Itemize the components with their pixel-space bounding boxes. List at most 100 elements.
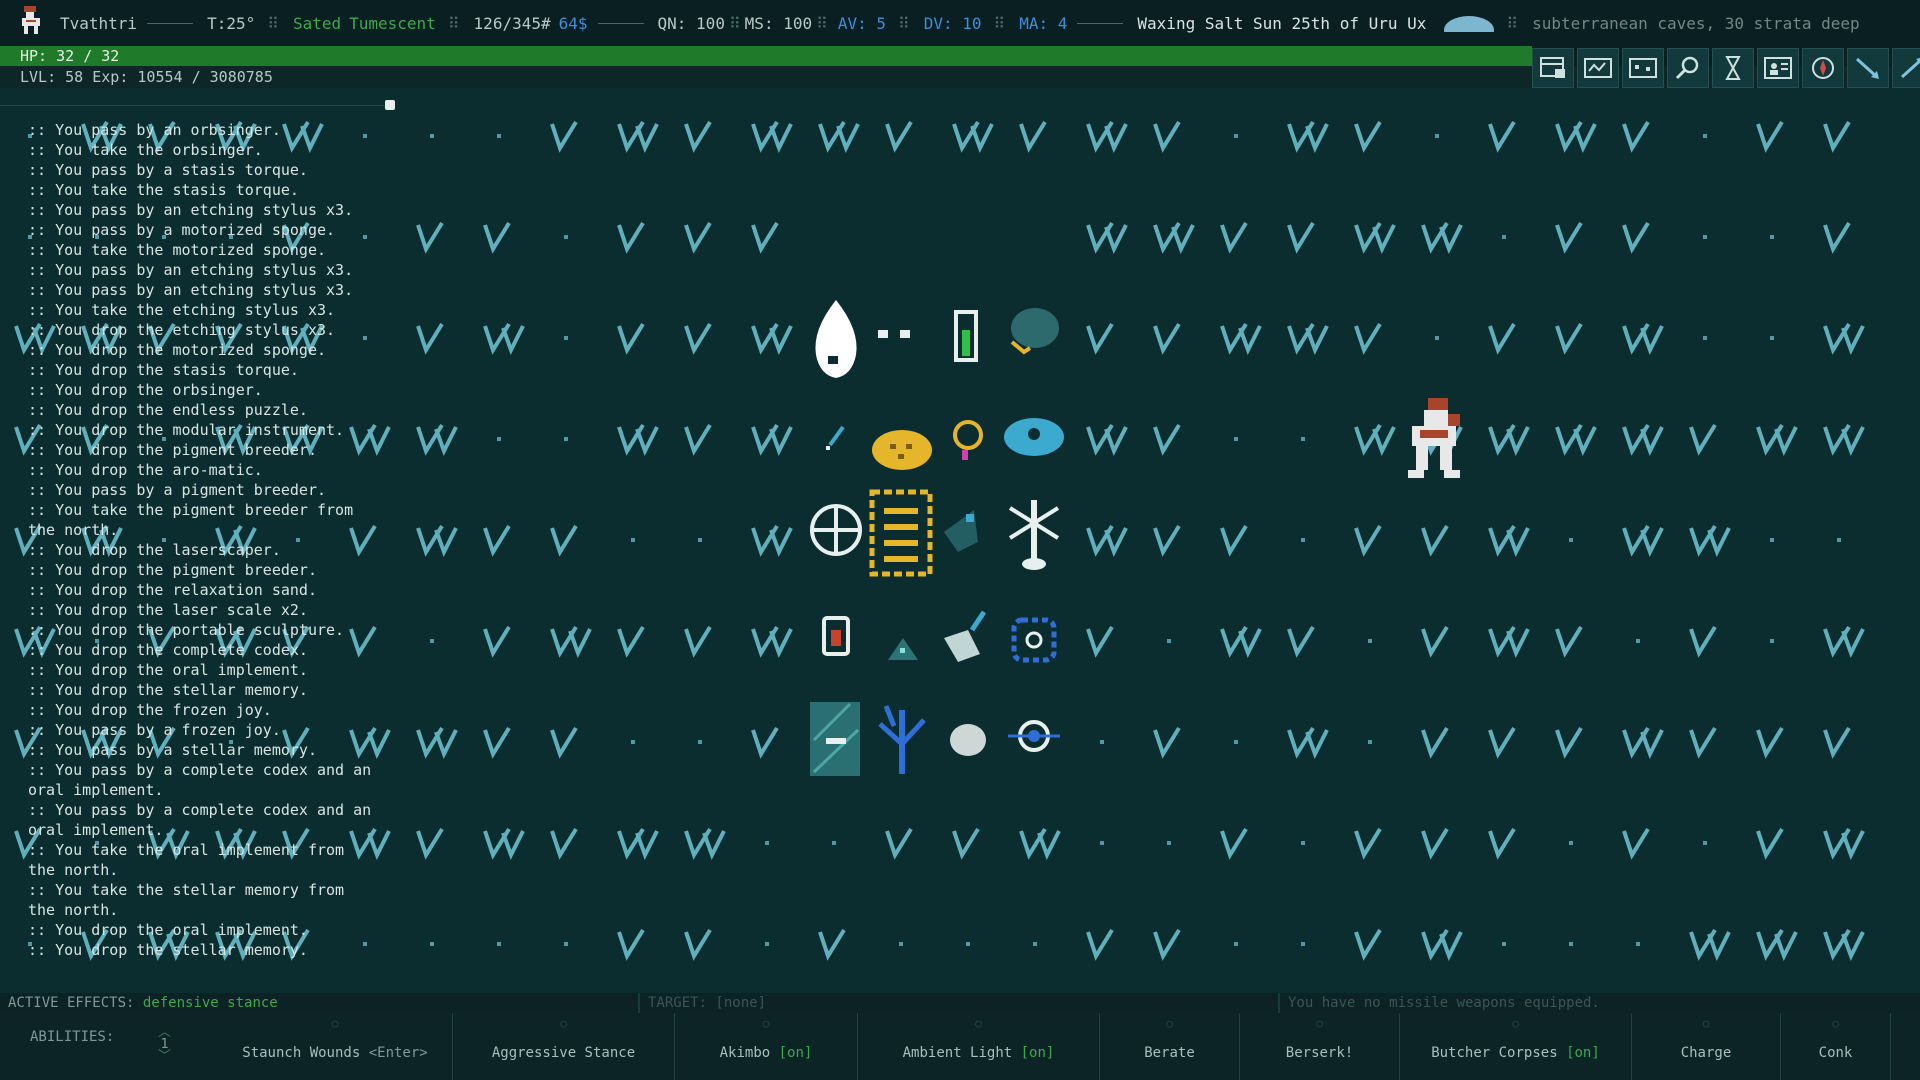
log-message: :: You drop the stasis torque. [28,361,299,379]
white-egg-item[interactable] [815,300,857,378]
zoom-in-icon [1855,57,1879,79]
hunger-status: Sated [292,13,342,33]
gold-puzzle-item[interactable] [872,430,932,470]
stellar-memory-item[interactable] [1008,720,1060,752]
log-message: :: You drop the oral implement. [28,661,308,679]
battery-item[interactable] [954,310,978,362]
ability-button[interactable]: ○ Conk [1781,1013,1891,1080]
log-message: :: You drop the complete codex. [28,641,308,659]
log-message: :: You pass by a complete codex and an o… [28,801,372,839]
ability-button[interactable]: ○ Akimbo [on] [675,1013,858,1080]
log-message: :: You take the orbsinger. [28,141,263,159]
ability-label: Akimbo [on] [719,1045,813,1061]
log-message: :: You drop the endless puzzle. [28,401,308,419]
minimap-button[interactable] [1622,48,1664,88]
log-message: :: You drop the oral implement. [28,921,308,939]
log-message: :: You drop the etching stylus x3. [28,321,336,339]
ability-button[interactable]: ○ Staunch Wounds <Enter> [218,1013,453,1080]
log-scroll-handle[interactable] [385,100,395,110]
active-effects-label: ACTIVE EFFECTS: [8,995,135,1011]
oral-implement-item[interactable] [950,724,986,756]
motorized-sponge-item[interactable] [1010,308,1059,355]
target-readout: TARGET: [none] [640,993,1280,1013]
ability-label: Berserk! [1285,1045,1354,1061]
journal-button[interactable] [1532,48,1574,88]
orbsinger-item[interactable] [953,420,983,460]
ability-label: Butcher Corpses [on] [1431,1045,1600,1061]
active-effects-value: defensive stance [142,995,278,1011]
divider: ⠿ [1506,13,1519,33]
blue-disc-item[interactable] [1004,418,1064,456]
ability-hotkey-icon: ○ [1702,1017,1710,1030]
log-message: :: You take the motorized sponge. [28,241,327,259]
log-message: :: You pass by an etching stylus x3. [28,201,354,219]
relaxation-sand-item[interactable] [822,616,850,656]
frozen-joy-item[interactable] [810,702,860,776]
abilities-bar: ABILITIES: ︿ 1 ﹀ ○ Staunch Wounds <Enter>… [0,1013,1920,1080]
zoom-in-button[interactable] [1847,48,1889,88]
laserscaper-item[interactable] [944,510,978,552]
log-message: :: You drop the stellar memory. [28,681,308,699]
message-log[interactable]: :: You pass by an orbsinger.:: You take … [28,120,408,960]
dodge-value: DV: 10 [923,13,982,33]
effects-bar: ACTIVE EFFECTS: defensive stance TARGET:… [0,993,1920,1013]
log-message: :: You drop the laser scale x2. [28,601,308,619]
log-message: :: You drop the pigment breeder. [28,561,317,579]
calendar-date: Waxing Salt Sun 25th of Uru Ux [1137,13,1427,33]
player-character[interactable] [1404,398,1464,482]
map-button[interactable] [1577,48,1619,88]
ability-hotkey-icon: ○ [1512,1017,1519,1030]
log-message: :: You drop the motorized sponge. [28,341,327,359]
log-message: :: You drop the relaxation sand. [28,581,317,599]
modular-instrument-item[interactable] [1008,500,1060,570]
etching-stylus-small-item[interactable] [826,425,845,450]
ability-button[interactable]: ○ Charge [1632,1013,1781,1080]
log-message: :: You pass by a complete codex and an o… [28,761,372,799]
ability-label: Ambient Light [on] [902,1045,1055,1061]
wait-icon [1725,56,1741,80]
ability-hotkey-icon: ○ [331,1017,339,1030]
log-message: :: You drop the portable sculpture. [28,621,345,639]
abilities-pager[interactable]: ︿ 1 ﹀ [158,1026,171,1063]
laser-scale-item[interactable] [944,610,987,662]
pigment-breeder-item[interactable] [878,705,926,774]
log-message: :: You pass by an orbsinger. [28,121,281,139]
missile-readout: You have no missile weapons equipped. [1288,995,1600,1011]
endless-puzzle-item[interactable] [810,504,862,556]
character-icon [1764,57,1792,79]
log-message: :: You pass by a stasis torque. [28,161,308,179]
ability-hotkey-icon: ○ [975,1017,982,1030]
zoom-out-button[interactable] [1892,48,1920,88]
divider: ⠿ [447,13,460,33]
ability-button[interactable]: ○ Butcher Corpses [on] [1400,1013,1632,1080]
log-message: :: You take the etching stylus x3. [28,301,336,319]
etching-stylus-item[interactable] [878,330,910,338]
armor-value: AV: 5 [837,13,886,33]
look-button[interactable] [1667,48,1709,88]
chevron-down-icon[interactable]: ﹀ [158,1050,171,1063]
ability-button[interactable]: ○ Berserk! [1240,1013,1400,1080]
ability-label: Berate [1144,1045,1195,1061]
active-effects: ACTIVE EFFECTS: defensive stance [0,993,640,1013]
moon-phase-icon [1444,16,1495,36]
ability-hotkey-icon: ○ [560,1017,567,1030]
log-message: :: You pass by a motorized sponge. [28,221,336,239]
portable-sculpture-item[interactable] [888,638,918,660]
complete-codex-item[interactable] [869,489,933,577]
log-message: :: You drop the modular instrument. [28,421,345,439]
ability-button[interactable]: ○ Berate [1100,1013,1240,1080]
wait-button[interactable] [1712,48,1754,88]
ability-button[interactable]: ○ Aggressive Stance [453,1013,675,1080]
stasis-torque-item[interactable] [1011,617,1057,663]
log-message: :: You pass by a frozen joy. [28,721,281,739]
compass-button[interactable] [1802,48,1844,88]
zoom-out-icon [1900,58,1920,79]
abilities-label: ABILITIES: [30,1029,115,1045]
character-button[interactable] [1757,48,1799,88]
hp-bar: HP: 32 / 32 [0,46,1532,66]
quickness: QN: 100 [657,13,725,33]
log-top-rule [0,95,390,106]
log-message: :: You take the stasis torque. [28,181,299,199]
ability-button[interactable]: ○ Ambient Light [on] [858,1013,1100,1080]
mental-armor: MA: 4 [1019,13,1068,33]
